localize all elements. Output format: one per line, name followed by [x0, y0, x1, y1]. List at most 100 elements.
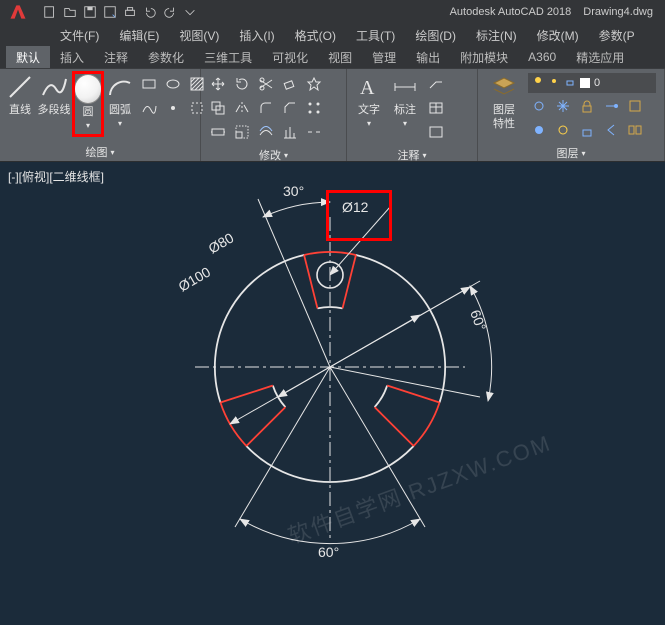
- layer-lock-icon[interactable]: [576, 95, 598, 117]
- rectangle-icon[interactable]: [138, 73, 160, 95]
- menu-bar: 文件(F) 编辑(E) 视图(V) 插入(I) 格式(O) 工具(T) 绘图(D…: [0, 24, 665, 46]
- menu-draw[interactable]: 绘图(D): [405, 27, 466, 44]
- chevron-down-icon: ▾: [581, 149, 585, 158]
- panel-draw: 直线 多段线 圆▾ 圆弧▾ 绘图▾: [0, 69, 201, 161]
- tab-insert[interactable]: 插入: [50, 46, 94, 68]
- copy-icon[interactable]: [207, 97, 229, 119]
- point-icon[interactable]: [162, 97, 184, 119]
- mtext-icon[interactable]: [425, 121, 447, 143]
- ellipse-icon[interactable]: [162, 73, 184, 95]
- tab-default[interactable]: 默认: [6, 46, 50, 68]
- menu-tools[interactable]: 工具(T): [346, 27, 405, 44]
- dim-d12: Ø12: [342, 199, 369, 215]
- table-icon[interactable]: [425, 97, 447, 119]
- layer-off-icon[interactable]: [528, 95, 550, 117]
- circle-button[interactable]: 圆▾: [74, 73, 102, 135]
- menu-edit[interactable]: 编辑(E): [109, 27, 169, 44]
- layer-iso-icon[interactable]: [624, 95, 646, 117]
- tab-output[interactable]: 输出: [406, 46, 450, 68]
- chevron-down-icon: ▾: [422, 151, 426, 160]
- fillet-icon[interactable]: [255, 97, 277, 119]
- modify-buttons: [207, 73, 325, 143]
- saveas-icon[interactable]: [102, 4, 118, 20]
- erase-icon[interactable]: [279, 73, 301, 95]
- leader-icon[interactable]: [425, 73, 447, 95]
- redo-icon[interactable]: [162, 4, 178, 20]
- tab-view[interactable]: 视图: [318, 46, 362, 68]
- quick-access-toolbar: [36, 4, 204, 20]
- layer-freeze-icon[interactable]: [552, 95, 574, 117]
- drawing-viewport[interactable]: [-][俯视][二维线框] 软件自学网 RJZXW.COM: [0, 162, 665, 625]
- move-icon[interactable]: [207, 73, 229, 95]
- menu-view[interactable]: 视图(V): [169, 27, 229, 44]
- rotate-icon[interactable]: [231, 73, 253, 95]
- stretch-icon[interactable]: [207, 121, 229, 143]
- text-icon: A: [355, 73, 383, 101]
- draw-small-buttons: [138, 73, 208, 119]
- layer-thaw-icon[interactable]: [552, 119, 574, 141]
- menu-params[interactable]: 参数(P: [589, 27, 645, 44]
- qat-dropdown-icon[interactable]: [182, 4, 198, 20]
- dimension-button[interactable]: 标注▾: [389, 73, 421, 131]
- layer-unlock-icon[interactable]: [576, 119, 598, 141]
- tab-visualize[interactable]: 可视化: [262, 46, 318, 68]
- panel-draw-title[interactable]: 绘图▾: [0, 143, 200, 161]
- layer-color-swatch: [580, 78, 590, 88]
- menu-file[interactable]: 文件(F): [50, 27, 109, 44]
- ribbon: 直线 多段线 圆▾ 圆弧▾ 绘图▾: [0, 68, 665, 162]
- lock-icon: [564, 74, 576, 92]
- plot-icon[interactable]: [122, 4, 138, 20]
- drawing-canvas: 30° Ø12 Ø80 Ø100 60° 60°: [0, 162, 665, 625]
- menu-dimension[interactable]: 标注(N): [466, 27, 527, 44]
- layer-prev-icon[interactable]: [600, 119, 622, 141]
- sun-icon: [548, 74, 560, 92]
- app-logo[interactable]: [0, 0, 36, 24]
- tab-manage[interactable]: 管理: [362, 46, 406, 68]
- line-button[interactable]: 直线: [6, 73, 34, 131]
- polyline-button[interactable]: 多段线: [38, 73, 70, 131]
- offset-icon[interactable]: [255, 121, 277, 143]
- tab-3dtools[interactable]: 三维工具: [194, 46, 262, 68]
- menu-insert[interactable]: 插入(I): [229, 27, 284, 44]
- app-title: Autodesk AutoCAD 2018: [450, 6, 572, 18]
- tab-annotate[interactable]: 注释: [94, 46, 138, 68]
- text-button[interactable]: A 文字▾: [353, 73, 385, 131]
- panel-annotation-title[interactable]: 注释▾: [347, 147, 477, 163]
- tab-a360[interactable]: A360: [518, 46, 566, 68]
- spline-icon[interactable]: [138, 97, 160, 119]
- save-icon[interactable]: [82, 4, 98, 20]
- tab-parametric[interactable]: 参数化: [138, 46, 194, 68]
- layer-on-icon[interactable]: [528, 119, 550, 141]
- scale-icon[interactable]: [231, 121, 253, 143]
- layer-match-icon[interactable]: [600, 95, 622, 117]
- panel-modify-title[interactable]: 修改▾: [201, 147, 346, 163]
- new-icon[interactable]: [42, 4, 58, 20]
- layer-walk-icon[interactable]: [624, 119, 646, 141]
- layer-selector[interactable]: 0: [528, 73, 656, 93]
- current-layer-name: 0: [594, 77, 600, 89]
- menu-modify[interactable]: 修改(M): [527, 27, 589, 44]
- layer-properties-button[interactable]: 图层 特性: [484, 73, 524, 131]
- tab-featured[interactable]: 精选应用: [566, 46, 634, 68]
- open-icon[interactable]: [62, 4, 78, 20]
- array-icon[interactable]: [303, 97, 325, 119]
- trim-icon[interactable]: [255, 73, 277, 95]
- explode-icon[interactable]: [303, 73, 325, 95]
- dim-d80: Ø80: [206, 229, 237, 256]
- break-icon[interactable]: [303, 121, 325, 143]
- svg-text:A: A: [360, 77, 375, 99]
- dim-angle-60-right: 60°: [467, 308, 489, 333]
- undo-icon[interactable]: [142, 4, 158, 20]
- dim-d100: Ø100: [176, 264, 214, 295]
- panel-annotation: A 文字▾ 标注▾ 注释▾: [347, 69, 478, 161]
- polyline-icon: [40, 73, 68, 101]
- mirror-icon[interactable]: [231, 97, 253, 119]
- arc-button[interactable]: 圆弧▾: [106, 73, 134, 131]
- circle-icon: [74, 75, 102, 103]
- align-icon[interactable]: [279, 121, 301, 143]
- layers-icon: [490, 73, 518, 101]
- menu-format[interactable]: 格式(O): [285, 27, 346, 44]
- tab-addins[interactable]: 附加模块: [450, 46, 518, 68]
- chamfer-icon[interactable]: [279, 97, 301, 119]
- panel-layers-title[interactable]: 图层▾: [478, 145, 664, 161]
